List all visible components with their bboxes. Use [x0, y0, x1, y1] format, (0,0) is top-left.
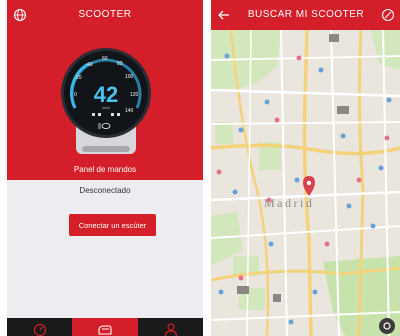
tab-speedometer[interactable] — [7, 318, 72, 336]
gauge-tick-label: 0 — [74, 92, 77, 98]
compass-icon[interactable] — [381, 8, 395, 22]
tab-scooter[interactable] — [72, 318, 138, 336]
city-map[interactable] — [211, 30, 400, 336]
scooter-icon — [98, 325, 112, 335]
panel-label: Panel de mandos — [73, 165, 137, 174]
connect-scooter-button[interactable]: Conectar un escúter — [69, 214, 156, 236]
map-header: BUSCAR MI SCOOTER — [211, 0, 400, 30]
gauge-tick-label: 60 — [102, 56, 108, 62]
gauge-tick-label: 80 — [117, 61, 123, 67]
tab-profile[interactable] — [138, 318, 203, 336]
target-icon — [383, 322, 391, 330]
connection-status: Desconectado — [79, 186, 131, 195]
speed-unit: km/h — [102, 106, 110, 110]
header-title: BUSCAR MI SCOOTER — [247, 9, 365, 20]
find-scooter-screen: BUSCAR MI SCOOTER Madrid — [211, 0, 400, 336]
city-label: Madrid — [264, 196, 315, 210]
my-location-button[interactable] — [379, 318, 395, 334]
gauge-tick-label: 20 — [76, 75, 82, 81]
speed-value: 42 — [94, 82, 118, 107]
gauge-tick-label: 40 — [87, 62, 93, 68]
speedometer-gauge: 40 60 80 100 120 140 20 0 42 km/h — [61, 48, 151, 154]
user-icon — [164, 323, 177, 336]
dashboard-header: SCOOTER — [7, 0, 203, 30]
gauge-tick-label: 100 — [125, 74, 134, 80]
bottom-tabbar — [7, 318, 203, 336]
dashboard-screen: SCOOTER 40 60 80 100 120 140 20 0 42 km/… — [7, 0, 203, 336]
gauge-tick-label: 120 — [130, 92, 139, 98]
header-title: SCOOTER — [78, 9, 132, 20]
gauge-tick-label: 140 — [125, 108, 134, 114]
speedometer-icon — [33, 323, 46, 336]
